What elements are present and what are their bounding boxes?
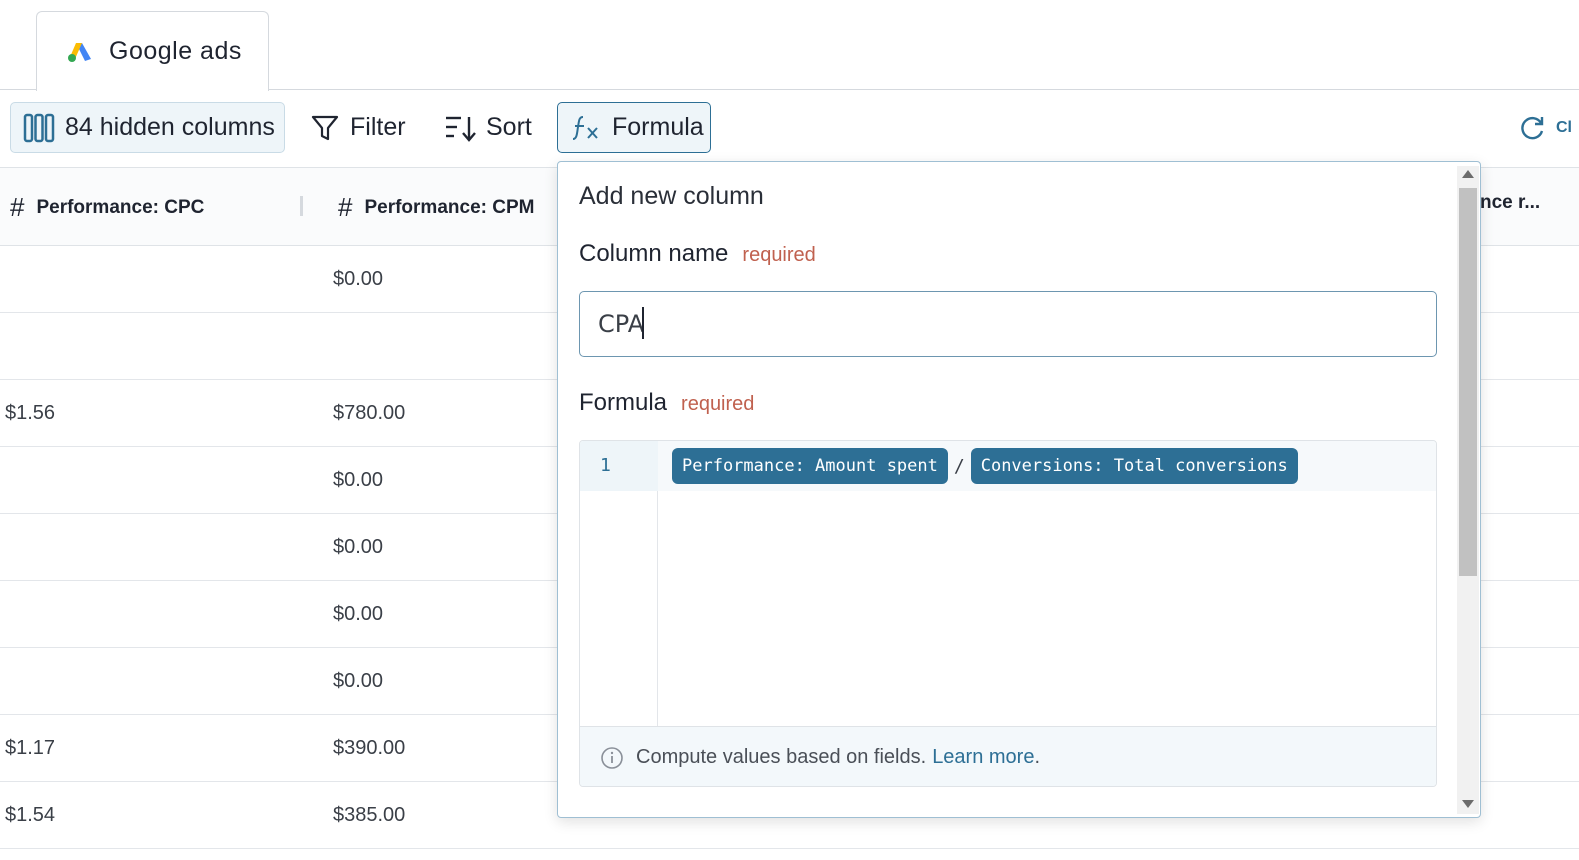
formula-button[interactable]: Formula: [557, 102, 711, 153]
column-name-label-text: Column name: [579, 240, 729, 267]
sort-button[interactable]: Sort: [444, 102, 532, 153]
sort-label: Sort: [486, 113, 532, 141]
filter-button[interactable]: Filter: [310, 102, 406, 153]
add-column-popover: Add new column Column name required Form…: [557, 161, 1481, 818]
cell-cpm: $0.00: [333, 603, 384, 625]
hidden-columns-button[interactable]: 84 hidden columns: [10, 102, 285, 153]
column-header-cpm[interactable]: # Performance: CPM: [338, 192, 534, 223]
refresh-label: Cl: [1556, 118, 1572, 136]
text-cursor: [642, 307, 644, 339]
formula-line[interactable]: Performance: Amount spent / Conversions:…: [658, 441, 1436, 491]
field-chip-total-conversions[interactable]: Conversions: Total conversions: [970, 448, 1298, 484]
column-header-truncated[interactable]: nce r...: [1480, 192, 1540, 214]
google-ads-logo-icon: [68, 42, 91, 62]
cell-cpm: $0.00: [333, 536, 384, 558]
cell-cpm: $780.00: [333, 402, 406, 424]
active-line-gutter: [580, 441, 658, 491]
cell-cpm: $385.00: [333, 804, 406, 826]
filter-label: Filter: [350, 113, 406, 141]
hint-text: Compute values based on fields.: [636, 746, 927, 768]
tab-label: Google ads: [109, 37, 242, 65]
toolbar: 84 hidden columns Filter Sort Formula Cl: [0, 90, 1579, 168]
cell-cpc: $1.17: [5, 737, 56, 759]
cell-cpc: $1.54: [5, 804, 56, 826]
cell-cpm: $0.00: [333, 670, 384, 692]
refresh-icon: [1521, 116, 1544, 139]
column-header-label: nce r...: [1480, 192, 1541, 213]
popover-title: Add new column: [579, 182, 764, 210]
sort-icon: [446, 116, 476, 142]
number-type-icon: #: [338, 192, 353, 222]
refresh-button[interactable]: Cl: [1518, 102, 1579, 153]
number-type-icon: #: [10, 192, 25, 222]
column-header-cpc[interactable]: # Performance: CPC: [10, 192, 204, 223]
required-badge: required: [742, 244, 816, 266]
popover-scrollbar[interactable]: [1457, 166, 1479, 814]
hidden-columns-label: 84 hidden columns: [65, 113, 275, 141]
line-number: 1: [600, 455, 611, 476]
scroll-down-arrow-icon[interactable]: [1462, 800, 1474, 808]
field-chip-amount-spent[interactable]: Performance: Amount spent: [672, 448, 948, 484]
hint-end: .: [1034, 746, 1041, 768]
column-name-label: Column name required: [579, 240, 816, 268]
formula-editor[interactable]: 1 Performance: Amount spent / Conversion…: [579, 440, 1437, 787]
required-badge: required: [681, 393, 755, 415]
column-name-input[interactable]: [579, 291, 1437, 357]
column-header-label: Performance: CPM: [364, 196, 535, 218]
formula-label: Formula required: [579, 389, 754, 417]
scroll-up-arrow-icon[interactable]: [1462, 170, 1474, 178]
learn-more-link[interactable]: Learn more: [932, 746, 1034, 769]
info-icon: [601, 746, 623, 769]
column-header-label: Performance: CPC: [36, 196, 205, 218]
cell-cpm: $0.00: [333, 268, 384, 290]
formula-label-text: Formula: [579, 389, 668, 416]
cell-cpm: $390.00: [333, 737, 406, 759]
division-operator: /: [953, 455, 965, 477]
column-resize-handle[interactable]: [300, 196, 303, 216]
columns-icon: [23, 113, 55, 142]
scroll-thumb[interactable]: [1459, 188, 1477, 576]
formula-label: Formula: [612, 113, 704, 141]
filter-icon: [311, 115, 339, 140]
tab-google-ads[interactable]: Google ads: [36, 11, 269, 91]
line-gutter: 1: [580, 441, 658, 726]
formula-hint: Compute values based on fields. Learn mo…: [580, 726, 1436, 786]
function-fx-icon: [572, 115, 598, 140]
cell-cpc: $1.56: [5, 402, 56, 424]
cell-cpm: $0.00: [333, 469, 384, 491]
tab-bar: Google ads: [0, 0, 1579, 91]
